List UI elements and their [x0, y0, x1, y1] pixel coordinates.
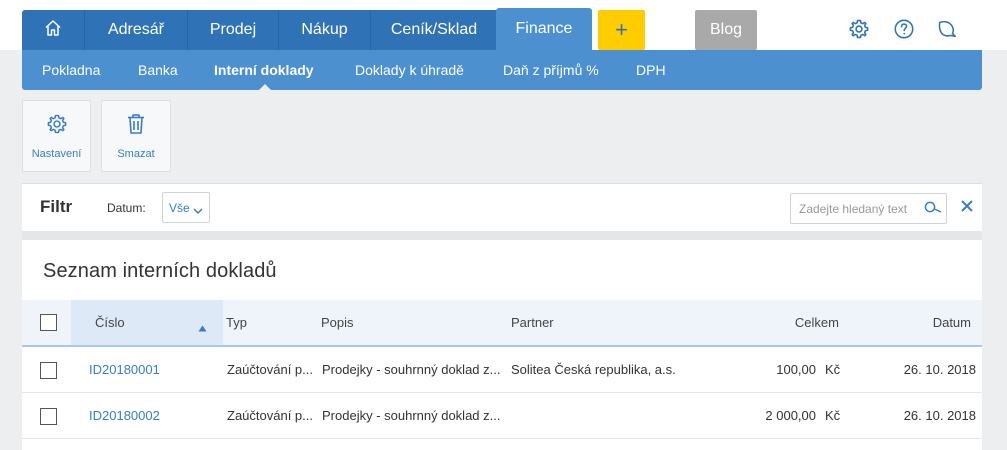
- subnav-dph[interactable]: DPH: [636, 50, 666, 90]
- filter-title: Filtr: [40, 197, 73, 216]
- cell-cislo[interactable]: ID20180001: [89, 347, 160, 392]
- datum-value: Vše: [169, 201, 190, 215]
- gear-icon[interactable]: [847, 17, 871, 41]
- row-checkbox[interactable]: [40, 408, 57, 425]
- table-row[interactable]: ID20180001 Zaúčtování p... Prodejky - so…: [22, 347, 982, 393]
- subnav-banka[interactable]: Banka: [138, 50, 178, 90]
- column-partner[interactable]: Partner: [511, 300, 554, 345]
- cell-mena: Kč: [825, 408, 841, 423]
- datum-label: Datum:: [107, 201, 146, 215]
- cell-popis: Prodejky - souhrnný doklad z...: [322, 362, 501, 377]
- home-icon: [43, 18, 63, 43]
- settings-button[interactable]: Nastavení: [22, 100, 91, 172]
- cell-datum: 26. 10. 2018: [903, 362, 976, 377]
- search-icon[interactable]: [924, 201, 942, 220]
- filter-panel: Filtr Datum: Vše: [22, 183, 982, 231]
- nav-adresar[interactable]: Adresář: [85, 10, 188, 50]
- subnav-dan-z-prijmu[interactable]: Daň z příjmů %: [503, 50, 599, 90]
- search-box: [790, 193, 947, 224]
- nav-home[interactable]: [22, 10, 85, 50]
- trash-icon: [126, 113, 146, 140]
- cell-celkem: 2 000,00: [765, 408, 816, 423]
- select-all-checkbox[interactable]: [40, 314, 57, 331]
- row-checkbox[interactable]: [40, 362, 57, 379]
- cell-partner: Solitea Česká republika, a.s.: [511, 362, 676, 377]
- cell-typ: Zaúčtování p...: [227, 408, 313, 423]
- filter-divider: [22, 231, 982, 240]
- subnav-pokladna[interactable]: Pokladna: [42, 50, 100, 90]
- settings-label: Nastavení: [31, 147, 82, 160]
- page-title: Seznam interních dokladů: [43, 260, 277, 282]
- sub-navigation: Pokladna Banka Interní doklady Doklady k…: [22, 50, 982, 90]
- column-popis[interactable]: Popis: [321, 300, 354, 345]
- help-icon[interactable]: [892, 17, 916, 41]
- add-button[interactable]: +: [598, 10, 645, 50]
- blog-button[interactable]: Blog: [695, 10, 757, 50]
- column-celkem[interactable]: Celkem: [739, 300, 839, 345]
- column-typ[interactable]: Typ: [226, 300, 247, 345]
- cell-datum: 26. 10. 2018: [903, 408, 976, 423]
- column-cislo[interactable]: Číslo: [95, 300, 125, 345]
- list-panel: Seznam interních dokladů Číslo Typ Popis…: [22, 240, 982, 450]
- cell-cislo[interactable]: ID20180002: [89, 393, 160, 438]
- close-icon[interactable]: [960, 199, 974, 218]
- column-datum[interactable]: Datum: [871, 300, 971, 345]
- bulb-icon[interactable]: [935, 17, 959, 41]
- cell-typ: Zaúčtování p...: [227, 362, 313, 377]
- nav-prodej[interactable]: Prodej: [188, 10, 279, 50]
- active-subnav-caret: [259, 84, 271, 90]
- datum-select[interactable]: Vše: [162, 192, 210, 223]
- nav-nakup[interactable]: Nákup: [279, 10, 371, 50]
- subnav-doklady-k-uhrade[interactable]: Doklady k úhradě: [355, 50, 464, 90]
- search-input[interactable]: [791, 194, 919, 223]
- gear-icon: [46, 113, 68, 140]
- top-bar: Adresář Prodej Nákup Ceník/Sklad Finance…: [0, 0, 1007, 50]
- chevron-down-icon: [193, 204, 203, 218]
- main-navigation: Adresář Prodej Nákup Ceník/Sklad: [22, 10, 497, 50]
- table-row[interactable]: ID20180002 Zaúčtování p... Prodejky - so…: [22, 393, 982, 439]
- delete-label: Smazat: [117, 147, 155, 160]
- nav-finance[interactable]: Finance: [496, 8, 592, 50]
- cell-popis: Prodejky - souhrnný doklad z...: [322, 408, 501, 423]
- cell-celkem: 100,00: [776, 362, 816, 377]
- table-header: Číslo Typ Popis Partner Celkem Datum: [22, 300, 982, 347]
- cell-mena: Kč: [825, 362, 841, 377]
- nav-cenik-sklad[interactable]: Ceník/Sklad: [371, 10, 497, 50]
- delete-button[interactable]: Smazat: [101, 100, 171, 172]
- sort-ascending-icon[interactable]: [198, 319, 207, 337]
